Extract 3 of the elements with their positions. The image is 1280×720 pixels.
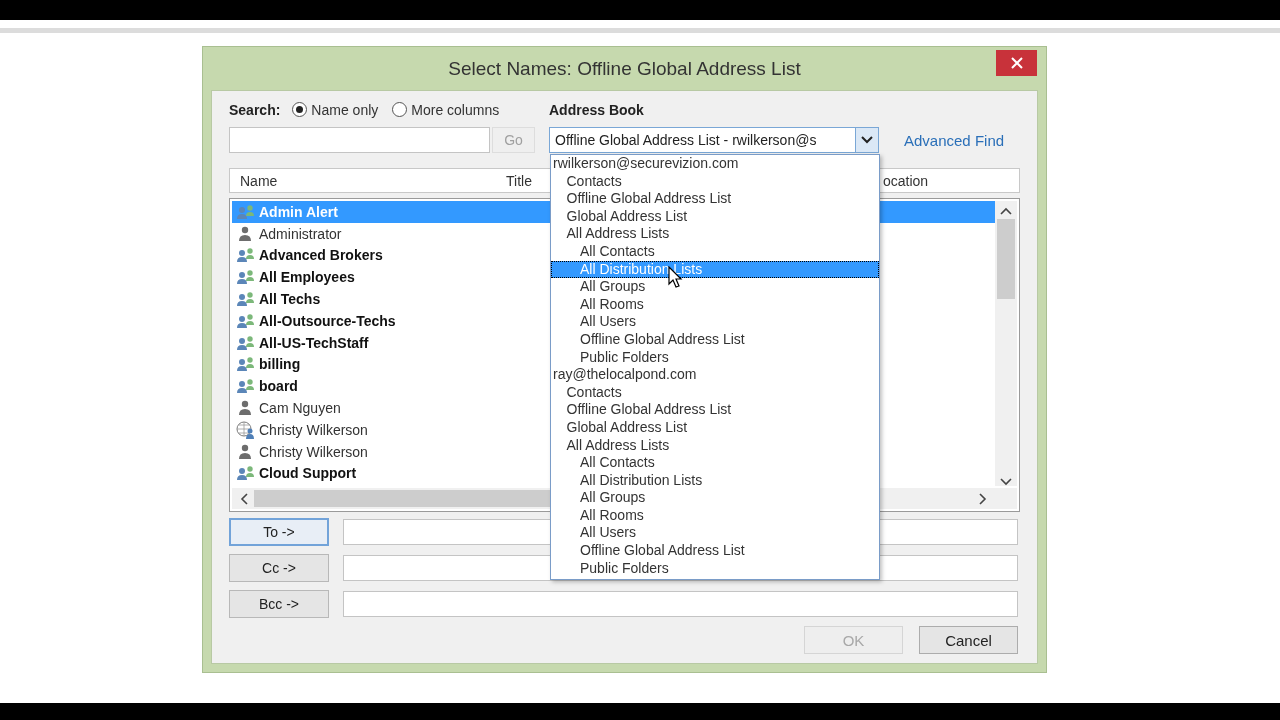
- address-book-label: Address Book: [549, 101, 645, 118]
- search-label: Search:: [229, 101, 281, 118]
- window-title: Select Names: Offline Global Address List: [448, 57, 801, 80]
